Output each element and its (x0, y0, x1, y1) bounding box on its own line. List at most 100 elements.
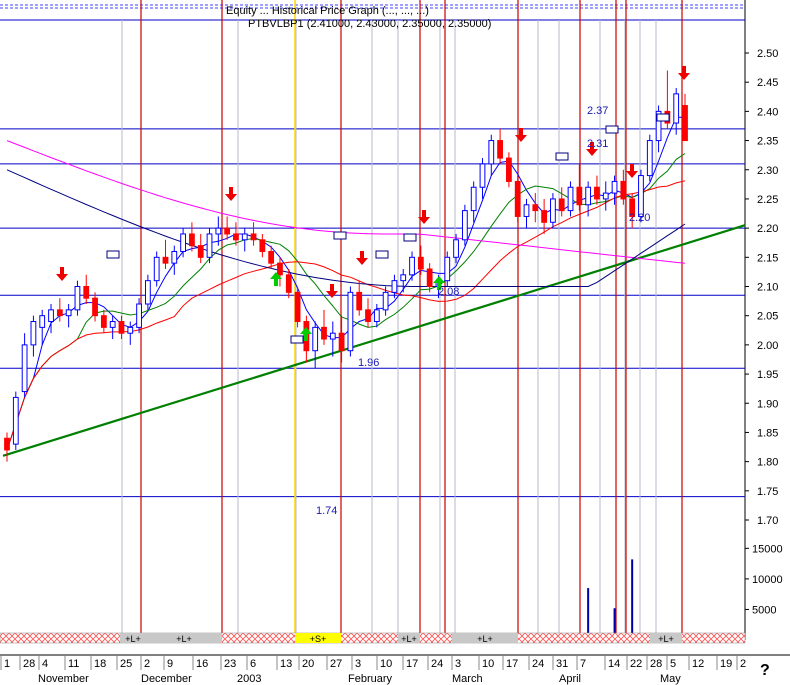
band-label: +L+ (176, 634, 192, 644)
candle-body (479, 163, 486, 188)
band-strip (0, 632, 746, 644)
candle-body (585, 186, 592, 206)
candle-body (426, 268, 433, 287)
month-label: 2003 (237, 673, 261, 685)
price-tick-label: 2.50 (757, 48, 778, 60)
date-tick-label: 7 (580, 658, 586, 670)
candle-body (329, 332, 336, 340)
price-tick-label: 1.85 (757, 427, 778, 439)
date-tick-label: 13 (280, 658, 292, 670)
candle-body (409, 256, 415, 276)
help-icon[interactable]: ? (760, 662, 770, 680)
candle-body (646, 140, 653, 177)
date-tick-label: 4 (42, 658, 48, 670)
stock-chart: 2.37 2.31 2.20 2.08 1.96 1.74 2.50 2.45 2.40 2.3… (0, 0, 790, 685)
date-tick-label: 20 (302, 658, 314, 670)
date-tick-label: 28 (23, 658, 35, 670)
date-tick-label: 19 (720, 658, 732, 670)
level-label: 1.74 (316, 505, 337, 517)
candle-body (56, 309, 63, 317)
volume-tick-label: 5000 (752, 604, 776, 616)
event-marker (290, 335, 304, 344)
price-tick-label: 1.95 (757, 369, 778, 381)
date-tick-label: 5 (670, 658, 676, 670)
candle-body (470, 186, 477, 212)
price-tick-label: 2.20 (757, 223, 778, 235)
candle-body (294, 291, 301, 323)
event-marker (555, 152, 569, 161)
candle-body (444, 256, 451, 282)
candle-body (602, 192, 609, 200)
chart-background (0, 0, 790, 685)
date-tick-label: 9 (167, 658, 173, 670)
candle-body (74, 286, 81, 311)
header-line-1: Equity ... Historical Price Graph (..., … (226, 5, 429, 17)
price-tick-label: 1.75 (757, 486, 778, 498)
candle-body (461, 210, 468, 241)
date-tick-label: 25 (120, 658, 132, 670)
candle-body (127, 326, 134, 334)
candle-body (391, 280, 398, 293)
level-label: 2.08 (438, 286, 459, 298)
candle-body (347, 291, 354, 352)
candle-body (65, 309, 72, 317)
price-tick-label: 1.80 (757, 457, 778, 469)
event-marker (375, 250, 389, 259)
date-tick-label: 27 (330, 658, 342, 670)
level-label: 2.37 (587, 105, 608, 117)
candle-body (594, 186, 600, 200)
candle-body (4, 437, 10, 451)
level-label: 2.31 (587, 138, 608, 150)
candle-body (550, 198, 556, 223)
date-tick-label: 24 (532, 658, 544, 670)
date-tick-label: 10 (482, 658, 494, 670)
candle-body (682, 105, 688, 142)
level-label: 1.96 (358, 357, 379, 369)
date-tick-label: 17 (506, 658, 518, 670)
event-marker (403, 233, 417, 242)
date-tick-label: 2 (740, 658, 746, 670)
date-tick-label: 24 (431, 658, 443, 670)
candle-body (497, 140, 503, 159)
candle-body (488, 140, 495, 165)
candle-body (197, 245, 204, 258)
month-label: March (452, 673, 483, 685)
date-tick-label: 1 (4, 658, 10, 670)
candle-body (373, 309, 380, 323)
band-label: +L+ (125, 634, 141, 644)
date-tick-label: 3 (355, 658, 361, 670)
date-tick-label: 18 (94, 658, 106, 670)
candle-body (259, 239, 266, 252)
month-label: April (559, 673, 581, 685)
candle-body (12, 396, 19, 445)
candle-body (206, 233, 213, 258)
candle-body (611, 180, 618, 194)
candle-body (523, 204, 530, 217)
candle-body (233, 233, 239, 241)
header-line-2: PTBVLBP1 (2.41000, 2.43000, 2.35000, 2.3… (248, 18, 491, 30)
price-tick-label: 2.00 (757, 340, 778, 352)
candle-body (638, 175, 644, 217)
candle-body (382, 291, 389, 311)
candle-body (541, 210, 548, 223)
band-label: +L+ (658, 634, 674, 644)
price-tick-label: 1.70 (757, 515, 778, 527)
candle-body (400, 274, 407, 282)
candle-body (118, 321, 125, 334)
date-tick-label: 14 (608, 658, 620, 670)
candle-body (39, 315, 46, 328)
date-tick-label: 3 (455, 658, 461, 670)
price-tick-label: 2.35 (757, 136, 778, 148)
candle-body (250, 233, 257, 241)
candle-body (162, 256, 169, 264)
month-label: February (348, 673, 393, 685)
candle-body (514, 180, 521, 217)
candle-body (558, 198, 565, 212)
price-tick-label: 2.15 (757, 252, 778, 264)
event-marker (333, 231, 347, 240)
candle-body (338, 332, 345, 352)
candle-body (576, 186, 583, 206)
date-tick-label: 31 (556, 658, 568, 670)
signal-bands: +L+ +L+ +S+ +L+ +L+ +L+ (0, 632, 746, 644)
candle-body (30, 321, 37, 346)
